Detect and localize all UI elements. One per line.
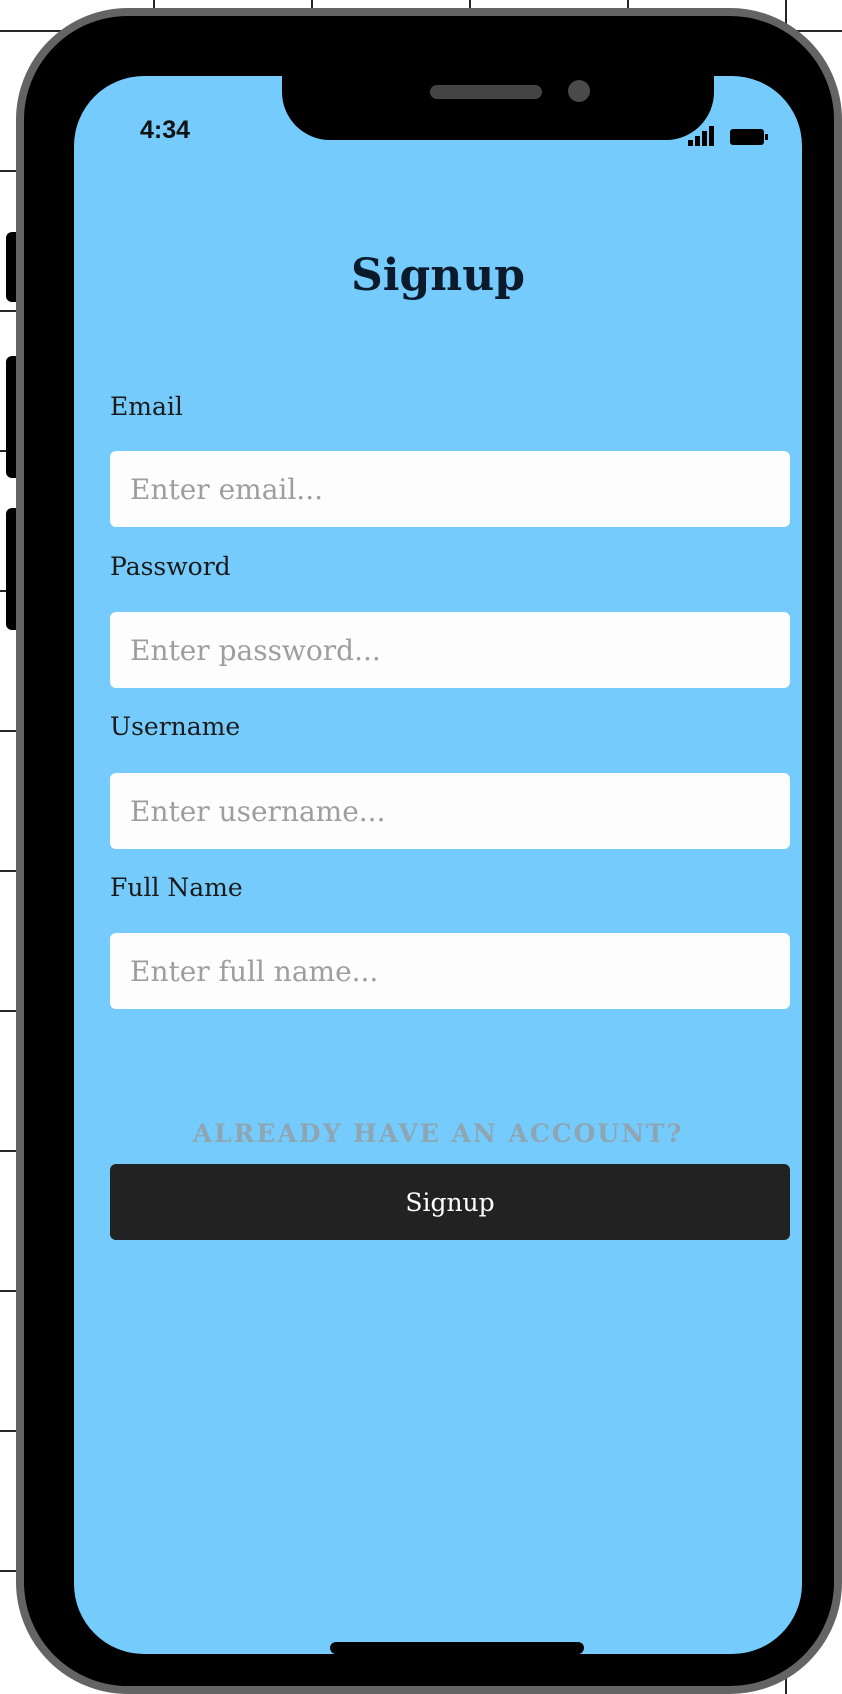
username-label: Username (110, 712, 241, 741)
already-have-account-link[interactable]: ALREADY HAVE AN ACCOUNT? (74, 1119, 802, 1148)
front-camera (568, 80, 590, 102)
full-name-field[interactable] (110, 933, 790, 1009)
username-field[interactable] (110, 773, 790, 849)
phone-screen: 4:34 Signup Email Password Username Full… (74, 76, 802, 1654)
battery-icon (730, 129, 768, 145)
speaker-grille (430, 85, 542, 99)
password-field[interactable] (110, 612, 790, 688)
password-label: Password (110, 552, 231, 581)
notch (282, 76, 714, 140)
email-label: Email (110, 392, 183, 421)
home-indicator (330, 1642, 584, 1654)
page-title: Signup (350, 250, 525, 301)
email-field[interactable] (110, 451, 790, 527)
signal-icon (688, 126, 722, 146)
signup-button[interactable]: Signup (110, 1164, 790, 1240)
phone-frame: 4:34 Signup Email Password Username Full… (16, 8, 842, 1694)
full-name-label: Full Name (110, 873, 243, 902)
status-time: 4:34 (140, 116, 191, 144)
